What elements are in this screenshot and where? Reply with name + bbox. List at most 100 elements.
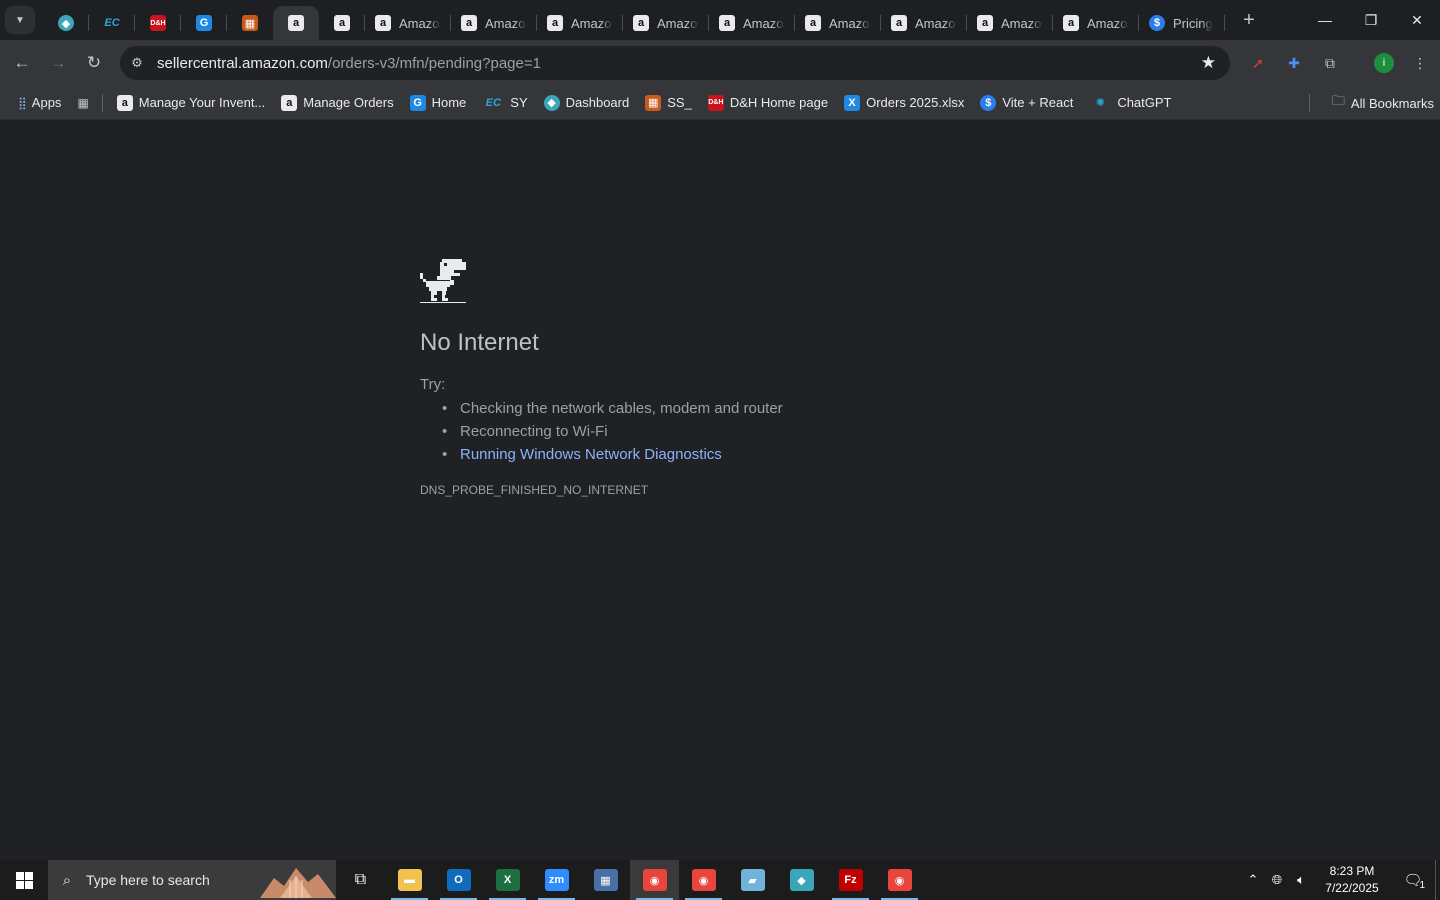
bookmark-item[interactable]: ◆ Dashboard xyxy=(536,89,638,117)
suggestion-item: Reconnecting to Wi-Fi xyxy=(442,420,783,443)
suggestion-item: Checking the network cables, modem and r… xyxy=(442,397,783,420)
taskbar-app-notepad-app[interactable]: ▰ xyxy=(728,860,777,900)
taskbar-app-file-explorer[interactable]: ▬ xyxy=(385,860,434,900)
reload-button[interactable]: ↻ xyxy=(76,45,112,81)
system-tray: ⌃ 🌐︎ 🔈︎ 8:23 PM 7/22/2025 🗨︎ 1 xyxy=(1241,860,1440,900)
all-bookmarks-button[interactable]: 🗀 All Bookmarks xyxy=(1332,89,1434,117)
close-button[interactable]: ✕ xyxy=(1394,0,1440,40)
clock-time: 8:23 PM xyxy=(1329,864,1375,878)
browser-tab[interactable]: a Amazon xyxy=(967,6,1053,40)
chatgpt-icon: ✺ xyxy=(1095,97,1105,109)
profile-button[interactable]: i xyxy=(1371,50,1397,76)
taskbar-apps: ▬ O Xzm ▦ ◉ ◉ ▰ ◆ Fz ◉ xyxy=(385,860,924,900)
taskbar-app-zoom[interactable]: zm xyxy=(532,860,581,900)
bookmark-apps[interactable]: ⣿ Apps xyxy=(10,89,69,117)
bookmark-item[interactable]: G Home xyxy=(402,89,475,117)
bookmark-item[interactable]: a Manage Orders xyxy=(273,89,401,117)
bookmark-item[interactable]: $ Vite + React xyxy=(972,89,1081,117)
task-view-button[interactable]: ⧉ xyxy=(336,860,385,900)
forward-arrow-icon: → xyxy=(49,53,67,72)
browser-tab[interactable]: a Amazon xyxy=(537,6,623,40)
taskbar-app-teal-app[interactable]: ◆ xyxy=(777,860,826,900)
bookmark-star-icon[interactable]: ★ xyxy=(1201,53,1216,73)
show-desktop-button[interactable] xyxy=(1435,860,1440,900)
chevron-down-icon: ▼ xyxy=(15,14,25,26)
network-diagnostics-link[interactable]: Running Windows Network Diagnostics xyxy=(460,446,722,463)
orange-box-icon: ▦ xyxy=(242,15,258,31)
clock[interactable]: 8:23 PM 7/22/2025 xyxy=(1313,863,1391,897)
amazon-icon: a xyxy=(1063,15,1079,31)
chrome-icon: ◉ xyxy=(642,869,667,891)
start-button[interactable] xyxy=(0,860,48,900)
new-tab-button[interactable]: + xyxy=(1235,9,1263,32)
back-button[interactable]: ← xyxy=(4,45,40,81)
extensions-icon[interactable]: ⧉ xyxy=(1317,50,1343,76)
menu-kebab-icon[interactable]: ⋮ xyxy=(1407,50,1433,76)
browser-tab[interactable]: ▦ xyxy=(227,6,273,40)
browser-tab[interactable]: a Amazon xyxy=(709,6,795,40)
browser-tab[interactable]: a Amazon xyxy=(881,6,967,40)
extension-red-arrow-icon[interactable]: ➚ xyxy=(1245,50,1271,76)
bookmark-item[interactable]: ▦ SS_ xyxy=(637,89,700,117)
teal-app-icon: ◆ xyxy=(789,869,814,891)
browser-tab[interactable]: a xyxy=(319,6,365,40)
bookmark-apps-label: Apps xyxy=(31,95,62,110)
try-label: Try: xyxy=(420,376,446,393)
taskbar-search-box[interactable]: ⌕ Type here to search xyxy=(48,860,336,900)
browser-tab[interactable]: a Amazon xyxy=(623,6,709,40)
suggestion-text: Checking the network cables, modem and r… xyxy=(460,400,783,417)
taskbar-app-calculator[interactable]: ▦ xyxy=(581,860,630,900)
address-bar[interactable]: ⚙ sellercentral.amazon.com/orders-v3/mfn… xyxy=(120,46,1230,80)
suggestion-text: Reconnecting to Wi-Fi xyxy=(460,423,608,440)
taskbar-app-chrome[interactable]: ◉ xyxy=(630,860,679,900)
amazon-icon: a xyxy=(461,15,477,31)
tab-title: Amazon xyxy=(915,15,957,31)
site-info-icon[interactable]: ⚙ xyxy=(120,55,154,71)
notification-count: 1 xyxy=(1419,880,1425,891)
browser-tab[interactable]: G xyxy=(181,6,227,40)
tab-groups-button[interactable]: ▦ xyxy=(69,89,95,117)
pricing-icon: $ xyxy=(1149,15,1165,31)
chrome-other-icon: ◉ xyxy=(887,869,912,891)
browser-tab[interactable]: a Amazon xyxy=(795,6,881,40)
browser-tab[interactable]: a Amazon xyxy=(451,6,537,40)
minimize-button[interactable]: — xyxy=(1302,0,1348,40)
orange-box-icon: ▦ xyxy=(645,94,662,111)
excel-icon: X xyxy=(844,94,861,111)
browser-tab[interactable]: $ Pricing xyxy=(1139,6,1225,40)
browser-tab[interactable]: a xyxy=(273,6,319,40)
browser-tab[interactable]: a Amazon xyxy=(365,6,451,40)
bookmark-item[interactable]: EC SY xyxy=(474,89,535,117)
teal-app-icon: ◆ xyxy=(543,94,560,111)
bookmark-item[interactable]: a Manage Your Invent... xyxy=(109,89,273,117)
browser-tab[interactable]: D&H xyxy=(135,6,181,40)
extension-puzzle-blue-icon[interactable]: ✚ xyxy=(1281,50,1307,76)
tab-search-button[interactable]: ▼ xyxy=(5,6,35,34)
bookmark-item[interactable]: ✺ ChatGPT xyxy=(1081,89,1179,117)
amazon-icon: a xyxy=(334,15,350,31)
bookmark-label: Home xyxy=(431,95,467,110)
taskbar-app-chrome-other[interactable]: ◉ xyxy=(875,860,924,900)
volume-icon[interactable]: 🔈︎ xyxy=(1289,872,1313,888)
taskbar-app-filezilla[interactable]: Fz xyxy=(826,860,875,900)
tab-title: Pricing xyxy=(1173,15,1213,31)
error-code: DNS_PROBE_FINISHED_NO_INTERNET xyxy=(420,483,649,497)
browser-tab[interactable]: a Amazon xyxy=(1053,6,1139,40)
bookmark-label: SS_ xyxy=(667,95,692,110)
taskbar-app-chrome-profile[interactable]: ◉ xyxy=(679,860,728,900)
restore-icon: ❐ xyxy=(1364,11,1378,28)
taskbar-app-outlook[interactable]: O xyxy=(434,860,483,900)
globe-network-icon[interactable]: 🌐︎ xyxy=(1265,872,1289,888)
teal-app-icon: ◆ xyxy=(58,15,74,31)
browser-tab[interactable]: ◆ xyxy=(43,6,89,40)
browser-tab[interactable]: EC xyxy=(89,6,135,40)
restore-button[interactable]: ❐ xyxy=(1348,0,1394,40)
bookmark-item[interactable]: X Orders 2025.xlsx xyxy=(836,89,972,117)
notification-center-button[interactable]: 🗨︎ 1 xyxy=(1391,871,1435,891)
taskbar-app-excel[interactable]: X xyxy=(483,860,532,900)
forward-button[interactable]: → xyxy=(40,45,76,81)
tab-title: Amazon xyxy=(485,15,527,31)
bookmark-label: D&H Home page xyxy=(729,95,829,110)
chevron-up-icon[interactable]: ⌃ xyxy=(1241,872,1265,888)
bookmark-item[interactable]: D&H D&H Home page xyxy=(700,89,836,117)
